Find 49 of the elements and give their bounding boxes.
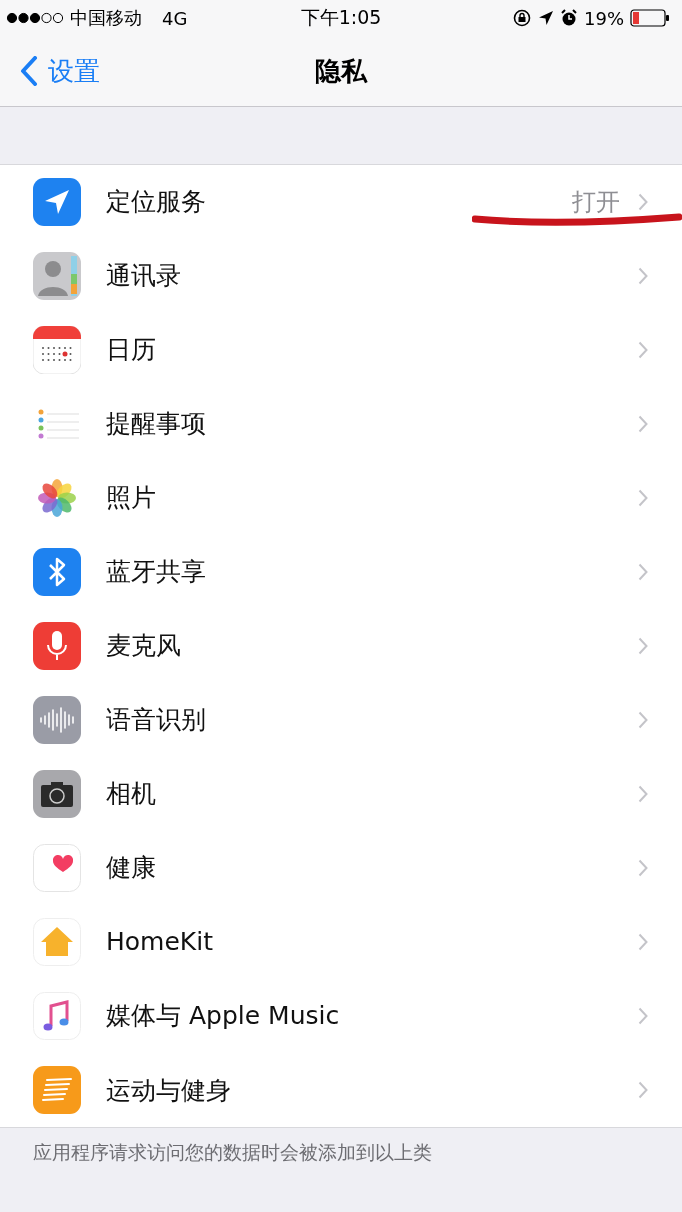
row-label: 蓝牙共享: [106, 556, 207, 588]
row-label: 媒体与 Apple Music: [106, 1000, 341, 1032]
bluetooth-icon: [33, 548, 81, 596]
camera-icon: [33, 770, 81, 818]
chevron-icon: [638, 1081, 648, 1099]
waveform-icon: [33, 696, 81, 744]
signal-icon: [6, 12, 64, 24]
speed-lines-icon: [33, 1066, 81, 1114]
chevron-icon: [638, 784, 648, 803]
page-title: 隐私: [315, 54, 367, 88]
row-label: 提醒事项: [106, 408, 207, 440]
chevron-icon: [638, 1006, 648, 1025]
row-value: 打开: [572, 186, 620, 218]
chevron-icon: [638, 488, 648, 507]
person-silhouette-icon: [33, 252, 81, 300]
chevron-icon: [638, 340, 648, 359]
row-label: 运动与健身: [106, 1074, 232, 1107]
microphone-icon: [33, 622, 81, 670]
row-label: 日历: [106, 334, 157, 366]
row-label: 语音识别: [106, 704, 207, 736]
carrier-name: 中国移动: [70, 6, 142, 30]
row-label: HomeKit: [106, 927, 214, 956]
row-label: 定位服务: [106, 186, 207, 218]
row-label: 麦克风: [106, 630, 182, 662]
battery-icon: [630, 9, 670, 27]
row-label: 相机: [106, 778, 157, 810]
battery-percent: 19%: [584, 7, 624, 29]
clock: 下午1:05: [300, 5, 382, 30]
music-note-icon: [33, 992, 81, 1040]
chevron-icon: [638, 932, 648, 951]
chevron-icon: [638, 266, 648, 285]
row-label: 通讯录: [106, 260, 182, 292]
network-type: 4G: [162, 7, 188, 29]
back-button[interactable]: 设置: [0, 53, 100, 89]
rotation-lock-icon: [512, 8, 532, 28]
footer-note: 应用程序请求访问您的数据时会被添加到以上类: [32, 1140, 433, 1165]
chevron-icon: [638, 636, 648, 655]
row-label: 照片: [106, 482, 157, 514]
chevron-icon: [638, 858, 648, 877]
location-arrow-icon: [538, 10, 554, 26]
chevron-icon: [638, 562, 648, 581]
house-icon: [33, 918, 81, 966]
calendar-icon: [33, 326, 81, 374]
row-label: 健康: [106, 852, 157, 884]
alarm-icon: [560, 9, 578, 27]
chevron-icon: [638, 192, 648, 211]
back-chevron-icon: [20, 56, 38, 86]
chevron-icon: [638, 414, 648, 433]
chevron-icon: [638, 710, 648, 729]
